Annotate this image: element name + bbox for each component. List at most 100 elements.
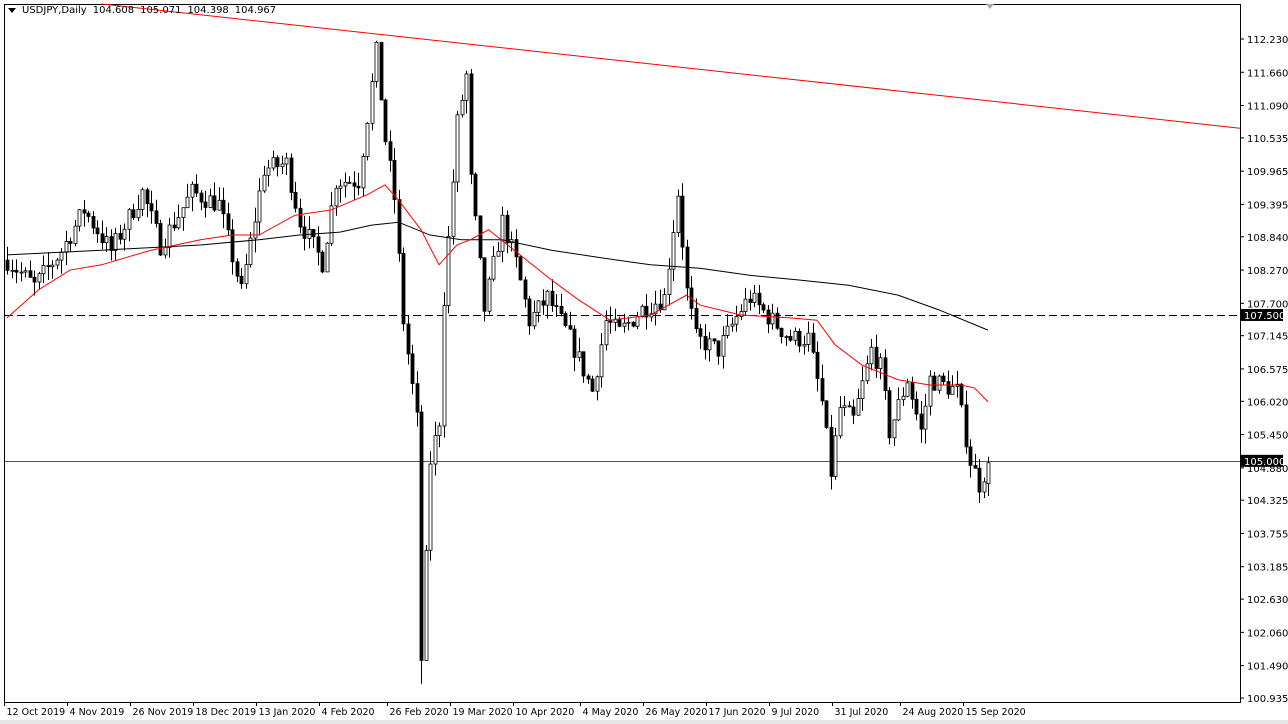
candle-body [523, 279, 528, 300]
open-value: 104.608 [92, 5, 135, 16]
candle-body [59, 251, 64, 261]
candle-body [113, 233, 118, 251]
candle-body [46, 265, 51, 268]
status-bar [0, 720, 1288, 724]
y-tick-label: 100.935 [1247, 694, 1288, 705]
candle-body [284, 157, 289, 165]
candle-body [748, 298, 753, 303]
high-value: 105.071 [140, 5, 182, 16]
candle-body [19, 271, 24, 274]
candle-body [784, 336, 789, 338]
candle-body [545, 290, 550, 306]
candle-body [541, 300, 546, 306]
candle-body [712, 338, 717, 342]
candle-body [982, 481, 987, 493]
candle-body [815, 351, 820, 379]
candle-body [455, 114, 460, 183]
candle-body [109, 236, 114, 251]
candle-body [32, 276, 37, 283]
candle-body [608, 320, 613, 323]
candle-body [910, 382, 915, 400]
candle-body [721, 335, 726, 357]
candle-body [172, 224, 177, 229]
candle-body [320, 251, 325, 273]
candle-body [446, 235, 451, 306]
candle-body [334, 187, 339, 207]
candle-body [622, 322, 627, 327]
candle-body [253, 221, 258, 239]
candle-body [977, 467, 982, 493]
x-tick-label: 26 May 2020 [646, 707, 708, 718]
candle-body [316, 236, 321, 253]
candle-body [118, 233, 123, 240]
y-tick-label: 111.090 [1247, 102, 1288, 113]
candle-body [536, 300, 541, 313]
candle-body [361, 156, 366, 189]
candle-body [460, 100, 465, 116]
candle-body [833, 435, 838, 477]
x-tick-label: 4 Nov 2019 [70, 707, 125, 718]
candle-body [406, 323, 411, 355]
candle-body [559, 305, 564, 315]
y-tick-label: 109.965 [1247, 167, 1288, 178]
candle-body [694, 308, 699, 330]
candle-body [964, 404, 969, 448]
candle-body [64, 241, 69, 253]
candle-body [959, 383, 964, 406]
candle-body [617, 318, 622, 327]
candle-body [586, 375, 591, 380]
x-tick-label: 31 Jul 2020 [835, 707, 889, 718]
candle-body [239, 275, 244, 285]
candle-body [577, 351, 582, 358]
candle-body [806, 332, 811, 345]
candle-body [14, 269, 19, 273]
candle-body [217, 199, 222, 211]
candle-body [82, 209, 87, 214]
candle-body [190, 183, 195, 198]
y-tick-label: 106.575 [1247, 365, 1288, 376]
price-level-label: 107.500 [1244, 311, 1285, 322]
candle-body [244, 264, 249, 285]
candle-body [631, 321, 636, 327]
candle-body [671, 232, 676, 270]
candle-body [779, 327, 784, 338]
candle-body [874, 346, 879, 369]
candle-body [518, 256, 523, 281]
candle-body [527, 298, 532, 327]
candle-body [451, 181, 456, 237]
candle-body [437, 425, 442, 436]
x-tick-label: 19 Mar 2020 [453, 707, 513, 718]
candle-body [464, 73, 469, 101]
y-tick-label: 106.020 [1247, 397, 1288, 408]
candle-body [928, 375, 933, 407]
candle-body [968, 446, 973, 466]
candle-body [698, 328, 703, 337]
candle-body [914, 398, 919, 415]
candle-body [68, 241, 73, 244]
candle-body [28, 270, 33, 278]
candle-body [442, 305, 447, 427]
candle-body [532, 311, 537, 327]
candle-body [356, 185, 361, 189]
y-tick-label: 102.630 [1247, 595, 1288, 606]
candle-body [415, 383, 420, 413]
symbol-label: USDJPY,Daily [22, 5, 87, 16]
candle-body [100, 233, 105, 244]
candle-body [338, 185, 343, 189]
candle-body [374, 41, 379, 82]
candle-body [707, 338, 712, 351]
candle-body [149, 203, 154, 212]
price-chart[interactable]: 112.230 111.660 111.090 110.535 109.965 109.3… [0, 0, 1288, 724]
collapse-triangle-icon[interactable] [8, 8, 16, 13]
candle-body [640, 305, 645, 318]
candle-body [226, 213, 231, 231]
candle-body [896, 399, 901, 421]
candle-body [41, 265, 46, 275]
y-tick-label: 109.395 [1247, 200, 1288, 211]
x-tick-label: 24 Aug 2020 [903, 707, 964, 718]
candle-body [680, 195, 685, 248]
candle-body [505, 214, 510, 244]
candle-body [280, 163, 285, 168]
y-tick-label: 105.450 [1247, 431, 1288, 442]
x-tick-label: 13 Jan 2020 [259, 707, 316, 718]
